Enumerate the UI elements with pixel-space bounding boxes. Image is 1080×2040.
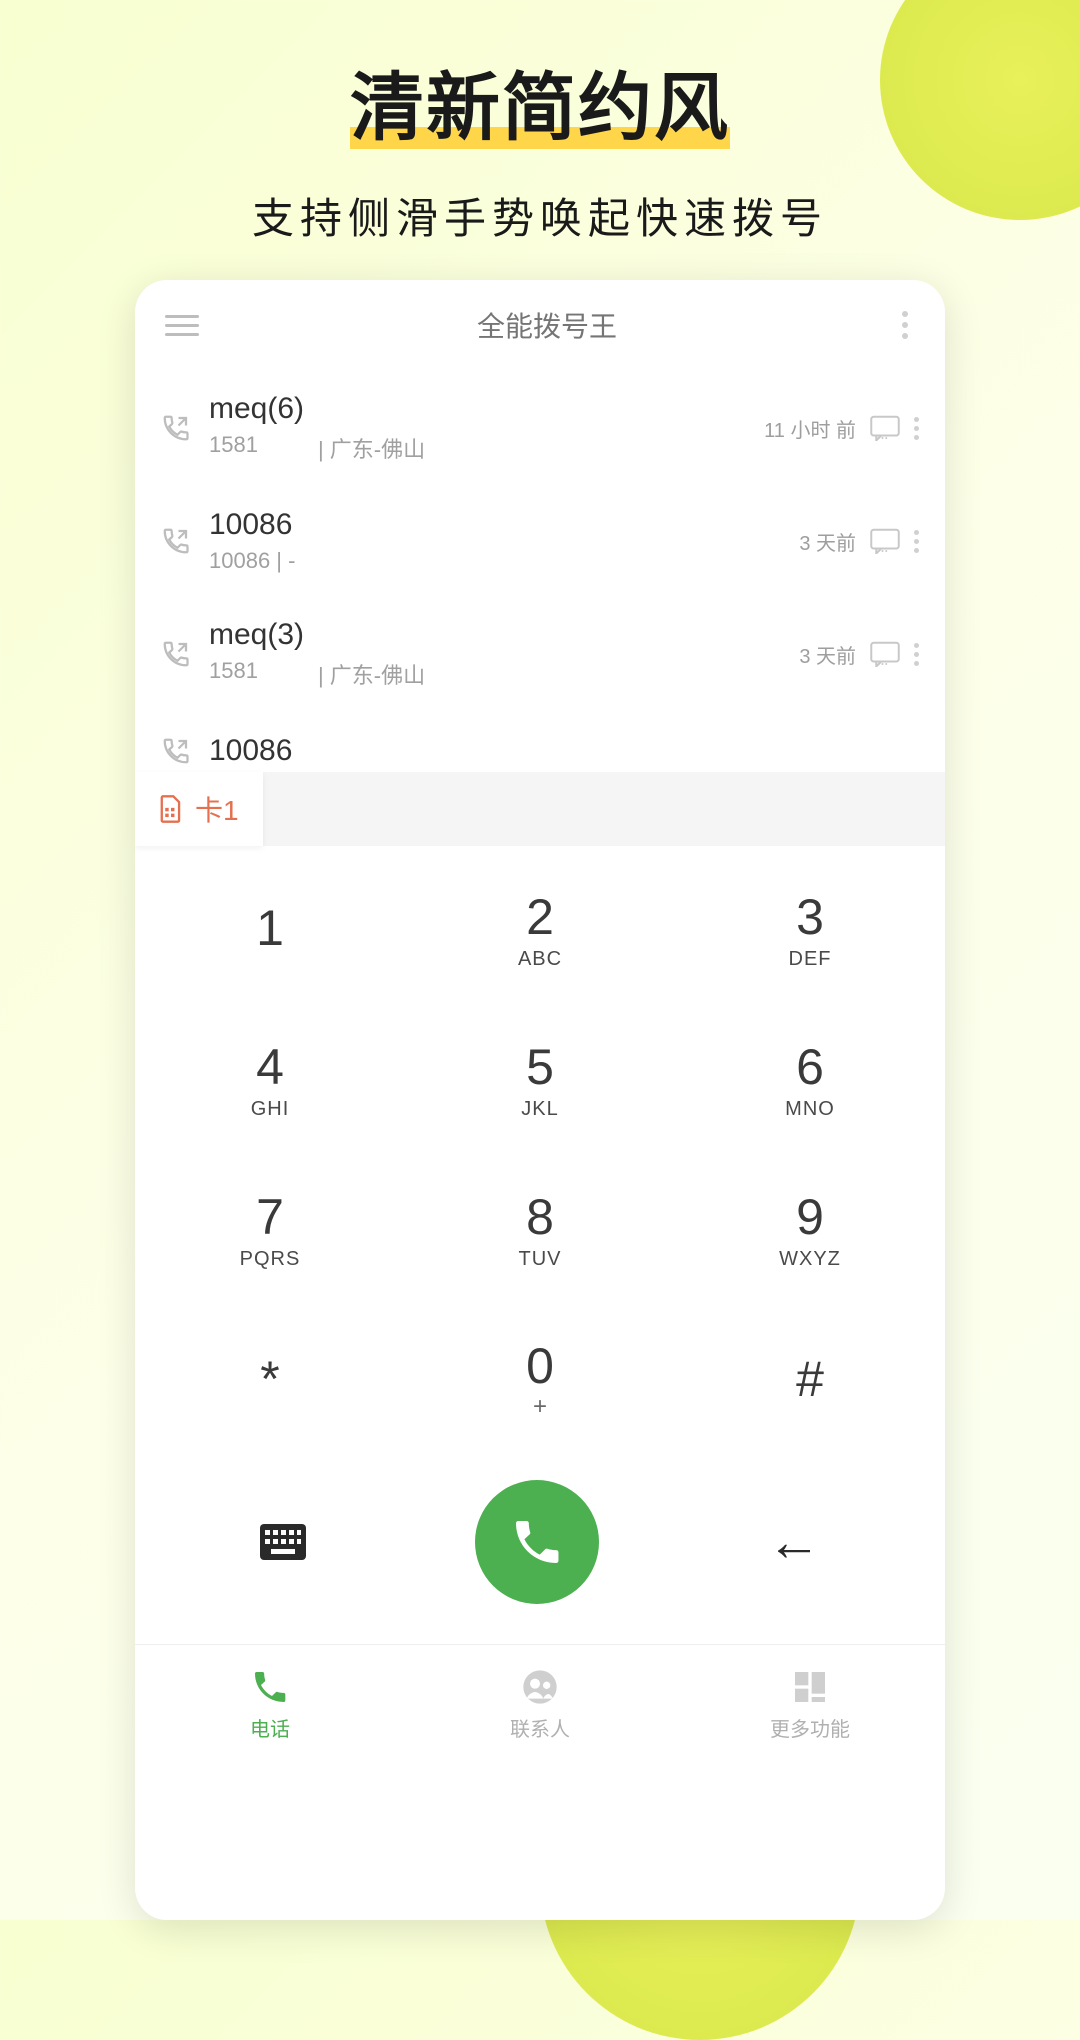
call-button[interactable]	[475, 1480, 599, 1604]
dialpad-key-5[interactable]: 5JKL	[405, 1004, 675, 1154]
row-overflow-icon[interactable]	[914, 643, 919, 666]
nav-phone[interactable]: 电话	[135, 1645, 405, 1764]
call-log-item[interactable]: meq(6) 1581 | 广东-佛山 11 小时 前	[147, 370, 933, 486]
phone-tab-icon	[250, 1667, 290, 1707]
call-log-name: 10086	[209, 734, 919, 768]
call-log-number: 10086 | -	[209, 548, 295, 574]
dialpad-key-6[interactable]: 6MNO	[675, 1004, 945, 1154]
call-log-location: | 广东-佛山	[318, 432, 425, 464]
call-log-main: 10086	[209, 734, 919, 768]
call-log-number: 1581	[209, 658, 258, 690]
message-icon[interactable]	[870, 415, 900, 441]
dialpad: 1 2ABC 3DEF 4GHI 5JKL 6MNO 7PQRS 8TUV 9W…	[135, 846, 945, 1454]
call-log-item[interactable]: 10086	[147, 712, 933, 772]
phone-frame: 全能拨号王 meq(6) 1581 | 广东-佛山 11 小时 前	[135, 280, 945, 1920]
message-icon[interactable]	[870, 528, 900, 554]
overflow-menu-icon[interactable]	[895, 311, 915, 339]
phone-icon	[509, 1514, 565, 1570]
call-log-main: meq(3) 1581 | 广东-佛山	[209, 618, 781, 690]
dialpad-key-9[interactable]: 9WXYZ	[675, 1154, 945, 1304]
nav-phone-label: 电话	[250, 1713, 290, 1742]
contacts-tab-icon	[520, 1667, 560, 1707]
call-log-item[interactable]: 10086 10086 | - 3 天前	[147, 486, 933, 596]
app-header: 全能拨号王	[135, 280, 945, 370]
backspace-icon[interactable]: ←	[767, 1511, 821, 1573]
message-icon[interactable]	[870, 641, 900, 667]
row-overflow-icon[interactable]	[914, 530, 919, 553]
call-log-name: 10086	[209, 508, 781, 542]
outgoing-call-icon	[161, 526, 191, 556]
dialpad-key-7[interactable]: 7PQRS	[135, 1154, 405, 1304]
sim-selector-bar: 卡1	[135, 772, 945, 846]
nav-contacts[interactable]: 联系人	[405, 1645, 675, 1764]
call-log-time: 3 天前	[799, 527, 856, 556]
row-overflow-icon[interactable]	[914, 417, 919, 440]
dialpad-key-3[interactable]: 3DEF	[675, 854, 945, 1004]
more-tab-icon	[790, 1667, 830, 1707]
dialpad-key-8[interactable]: 8TUV	[405, 1154, 675, 1304]
dialpad-key-2[interactable]: 2ABC	[405, 854, 675, 1004]
dialpad-key-star[interactable]: *	[135, 1304, 405, 1454]
call-log-name: meq(6)	[209, 392, 746, 426]
call-log-item[interactable]: meq(3) 1581 | 广东-佛山 3 天前	[147, 596, 933, 712]
call-log-time: 11 小时 前	[764, 414, 856, 443]
call-log-location: | 广东-佛山	[318, 658, 425, 690]
app-title: 全能拨号王	[477, 305, 617, 345]
dialpad-key-4[interactable]: 4GHI	[135, 1004, 405, 1154]
keyboard-toggle-icon[interactable]	[259, 1523, 307, 1561]
promo-subtitle: 支持侧滑手势唤起快速拨号	[0, 185, 1080, 246]
call-log-time: 3 天前	[799, 640, 856, 669]
sim-card-icon	[159, 794, 183, 824]
dialpad-key-1[interactable]: 1	[135, 854, 405, 1004]
nav-more[interactable]: 更多功能	[675, 1645, 945, 1764]
dialpad-key-hash[interactable]: #	[675, 1304, 945, 1454]
sim-card-chip[interactable]: 卡1	[135, 772, 263, 846]
bottom-nav: 电话 联系人 更多功能	[135, 1644, 945, 1764]
sim-label: 卡1	[195, 789, 239, 829]
hamburger-menu-icon[interactable]	[165, 315, 199, 336]
call-log-main: meq(6) 1581 | 广东-佛山	[209, 392, 746, 464]
promo-title: 清新简约风	[350, 48, 730, 155]
call-log-number: 1581	[209, 432, 258, 464]
call-log-name: meq(3)	[209, 618, 781, 652]
nav-more-label: 更多功能	[770, 1713, 850, 1742]
call-log-main: 10086 10086 | -	[209, 508, 781, 574]
call-log-list[interactable]: meq(6) 1581 | 广东-佛山 11 小时 前 10086 10086 …	[135, 370, 945, 772]
nav-contacts-label: 联系人	[510, 1713, 570, 1742]
dialpad-key-0[interactable]: 0+	[405, 1304, 675, 1454]
outgoing-call-icon	[161, 736, 191, 766]
dialpad-action-row: ←	[135, 1454, 945, 1644]
outgoing-call-icon	[161, 413, 191, 443]
outgoing-call-icon	[161, 639, 191, 669]
